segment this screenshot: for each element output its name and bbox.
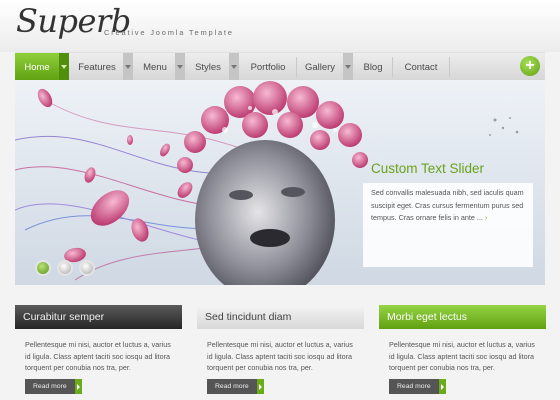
arrow-right-icon[interactable]: › [485,213,487,222]
main-nav: Home Features Menu Styles Portfolio Gall… [15,52,545,81]
chevron-down-icon [231,65,237,69]
site-tagline: Creative Joomla Template [104,28,234,37]
nav-label: Home [24,61,50,73]
nav-item-gallery[interactable]: Gallery [297,53,343,81]
column-body: Pellentesque mi nisi, auctor et luctus a… [207,340,353,372]
nav-label: Menu [143,61,167,73]
nav-label: Features [78,61,116,73]
nav-dropdown-gallery[interactable] [343,53,353,81]
slider-dot[interactable] [57,260,73,276]
column-body: Pellentesque mi nisi, auctor et luctus a… [25,340,171,372]
arrow-right-icon [74,379,82,394]
nav-dropdown-features[interactable] [123,53,133,81]
read-more-button[interactable]: Read more [25,379,82,394]
nav-item-features[interactable]: Features [71,53,123,81]
chevron-down-icon [345,65,351,69]
slider-pagination [35,260,95,276]
read-more-label: Read more [25,379,75,394]
nav-label: Styles [195,61,221,73]
column-heading: Curabitur semper [15,305,182,329]
content-column-2: Sed tincidunt diam Pellentesque mi nisi,… [197,305,364,400]
image-slider: Custom Text Slider Sed convallis malesua… [15,80,545,285]
site-header: Superb Creative Joomla Template [0,0,560,52]
nav-label: Blog [363,61,383,73]
slider-dot-active[interactable] [35,260,51,276]
slider-caption-text: Sed convallis malesuada nibh, sed iaculi… [371,188,524,222]
chevron-down-icon [177,65,183,69]
read-more-label: Read more [207,379,257,394]
arrow-right-icon [438,379,446,394]
chevron-down-icon [125,65,131,69]
nav-label: Gallery [304,61,336,73]
column-heading: Morbi eget lectus [379,305,546,329]
nav-dropdown-styles[interactable] [229,53,239,81]
slider-caption-body: Sed convallis malesuada nibh, sed iaculi… [371,187,529,225]
nav-dropdown-menu[interactable] [175,53,185,81]
nav-item-portfolio[interactable]: Portfolio [241,53,295,81]
arrow-right-icon [256,379,264,394]
nav-separator [449,57,450,77]
chevron-down-icon [61,65,67,69]
column-body: Pellentesque mi nisi, auctor et luctus a… [389,340,535,372]
read-more-label: Read more [389,379,439,394]
slider-dot[interactable] [79,260,95,276]
read-more-button[interactable]: Read more [207,379,264,394]
plus-circle-icon[interactable]: + [520,56,540,76]
nav-item-home[interactable]: Home [15,53,59,81]
nav-label: Portfolio [250,61,286,73]
slider-caption-title: Custom Text Slider [371,161,485,176]
nav-item-contact[interactable]: Contact [393,53,449,81]
read-more-button[interactable]: Read more [389,379,446,394]
nav-item-blog[interactable]: Blog [355,53,391,81]
slider-caption: Custom Text Slider Sed convallis malesua… [363,161,533,267]
content-column-1: Curabitur semper Pellentesque mi nisi, a… [15,305,182,400]
content-column-3: Morbi eget lectus Pellentesque mi nisi, … [379,305,546,400]
column-heading: Sed tincidunt diam [197,305,364,329]
nav-dropdown-home[interactable] [59,53,69,81]
nav-label: Contact [404,61,438,73]
nav-item-styles[interactable]: Styles [187,53,229,81]
nav-item-menu[interactable]: Menu [135,53,175,81]
